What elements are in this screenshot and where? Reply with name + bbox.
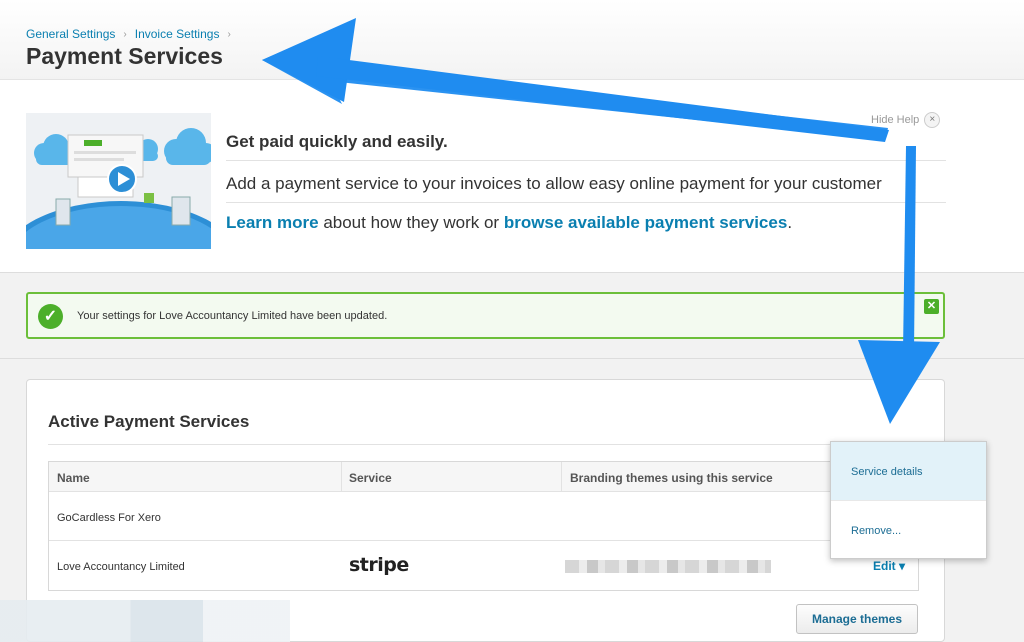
divider bbox=[226, 202, 946, 203]
help-panel: Get paid quickly and easily. Add a payme… bbox=[0, 80, 1024, 273]
table-row[interactable]: GoCardless For Xero bbox=[49, 492, 918, 541]
branding-themes-redacted bbox=[565, 560, 771, 573]
manage-themes-button[interactable]: Manage themes bbox=[796, 604, 918, 634]
service-name: Love Accountancy Limited bbox=[57, 561, 185, 573]
hide-help-label: Hide Help bbox=[871, 114, 920, 126]
column-divider bbox=[341, 462, 342, 492]
help-links-end: . bbox=[787, 213, 793, 232]
table-header: Name Service Branding themes using this … bbox=[49, 462, 918, 492]
breadcrumb-general-settings[interactable]: General Settings bbox=[26, 27, 115, 41]
menu-item-service-details[interactable]: Service details bbox=[831, 442, 986, 500]
table-row[interactable]: Love Accountancy Limited stripe Edit ▾ bbox=[49, 541, 918, 590]
column-divider bbox=[561, 462, 562, 492]
help-links: Learn more about how they work or browse… bbox=[226, 213, 792, 233]
divider bbox=[226, 160, 946, 161]
close-icon: × bbox=[924, 112, 941, 128]
stripe-logo: stripe bbox=[349, 554, 409, 576]
column-header-service: Service bbox=[349, 471, 392, 485]
help-video-thumbnail[interactable] bbox=[26, 113, 211, 249]
browse-services-link[interactable]: browse available payment services bbox=[504, 213, 788, 232]
services-table: Name Service Branding themes using this … bbox=[48, 461, 919, 591]
divider bbox=[0, 358, 1024, 359]
section-title: Active Payment Services bbox=[48, 412, 250, 431]
learn-more-link[interactable]: Learn more bbox=[226, 213, 319, 232]
page-title: Payment Services bbox=[26, 43, 223, 69]
service-name: GoCardless For Xero bbox=[57, 512, 161, 524]
payment-illustration-icon bbox=[26, 113, 211, 249]
breadcrumb: General Settings › Invoice Settings › bbox=[26, 27, 239, 41]
hide-help-button[interactable]: Hide Help × bbox=[871, 112, 941, 128]
column-header-themes: Branding themes using this service bbox=[570, 471, 773, 485]
column-header-name: Name bbox=[57, 471, 90, 485]
alert-message: Your settings for Love Accountancy Limit… bbox=[77, 310, 388, 322]
redacted-region bbox=[0, 600, 290, 642]
check-circle-icon: ✓ bbox=[38, 304, 63, 329]
help-heading: Get paid quickly and easily. bbox=[226, 132, 448, 151]
chevron-right-icon: › bbox=[123, 28, 127, 40]
success-alert: ✓ Your settings for Love Accountancy Lim… bbox=[26, 292, 945, 339]
help-links-text: about how they work or bbox=[318, 213, 504, 232]
chevron-right-icon: › bbox=[227, 28, 231, 40]
divider bbox=[48, 444, 920, 445]
page-header: General Settings › Invoice Settings › Pa… bbox=[0, 0, 1024, 80]
help-description: Add a payment service to your invoices t… bbox=[226, 174, 882, 193]
edit-dropdown-button[interactable]: Edit ▾ bbox=[873, 559, 905, 573]
menu-item-remove[interactable]: Remove... bbox=[831, 500, 986, 558]
service-actions-menu: Service details Remove... bbox=[830, 441, 987, 559]
close-alert-button[interactable]: ✕ bbox=[924, 299, 939, 314]
breadcrumb-invoice-settings[interactable]: Invoice Settings bbox=[135, 27, 220, 41]
